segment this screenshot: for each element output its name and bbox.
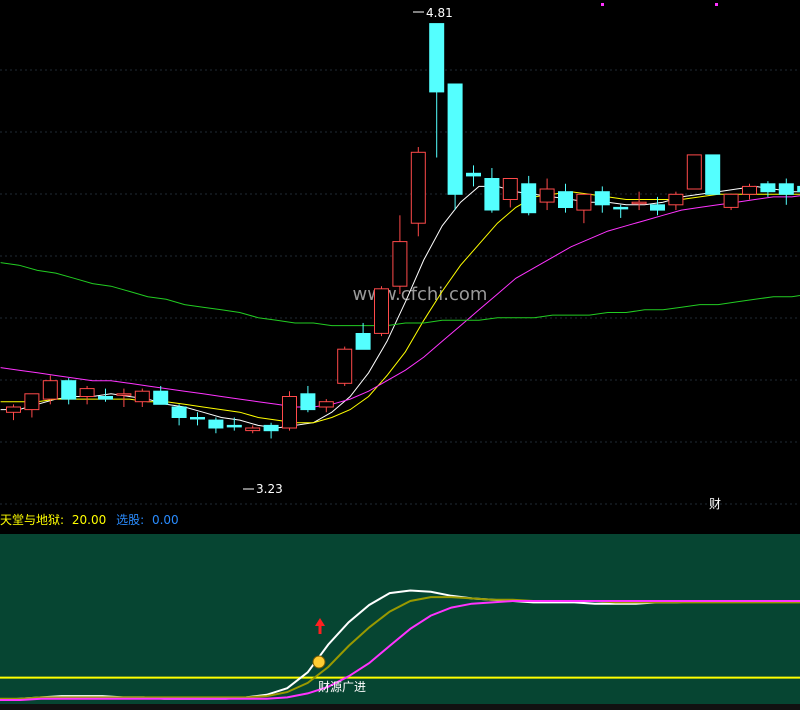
candle-body[interactable]: [576, 193, 592, 211]
candle-body[interactable]: [337, 348, 353, 384]
signal-marker-cai: 财: [709, 497, 721, 511]
candle-body[interactable]: [447, 83, 463, 195]
candle-body[interactable]: [650, 204, 665, 211]
buy-signal-label: 财源广进: [318, 680, 366, 694]
candle-body[interactable]: [263, 424, 279, 432]
candle-body[interactable]: [723, 193, 739, 208]
candle-body[interactable]: [429, 23, 445, 93]
candle-body[interactable]: [521, 183, 537, 214]
watermark: www.cfchi.com: [353, 284, 488, 305]
candle-body[interactable]: [190, 417, 205, 420]
stock-chart: www.cfchi.com 4.81 3.23 财 天堂与地狱: 20.00 选…: [0, 0, 800, 710]
price-chart[interactable]: www.cfchi.com 4.81 3.23 财: [0, 0, 800, 512]
candle-body[interactable]: [116, 393, 132, 396]
candle-body[interactable]: [24, 393, 40, 411]
candle-body[interactable]: [226, 424, 242, 428]
candle-body[interactable]: [134, 390, 150, 403]
candle-body[interactable]: [594, 191, 610, 206]
top-marker-dot: [601, 3, 604, 6]
candle-body[interactable]: [539, 188, 555, 203]
candle-body[interactable]: [282, 396, 297, 429]
candle-body[interactable]: [374, 288, 389, 334]
candle-body[interactable]: [6, 406, 21, 413]
top-marker-dot: [715, 3, 718, 6]
high-price-label: 4.81: [426, 6, 453, 20]
candle-body[interactable]: [742, 185, 757, 195]
money-bag-icon: [312, 655, 326, 669]
candle-body[interactable]: [466, 172, 481, 177]
pick-label: 选股:: [116, 513, 144, 527]
candle-body[interactable]: [686, 154, 702, 190]
candle-body[interactable]: [318, 401, 334, 408]
low-price-label: 3.23: [256, 482, 283, 496]
candle-body[interactable]: [760, 183, 776, 193]
candle-body[interactable]: [668, 193, 684, 206]
candle-body[interactable]: [705, 154, 721, 195]
indicator-name: 天堂与地狱:: [0, 513, 64, 527]
candle-body[interactable]: [245, 427, 261, 432]
indicator-value: 20.00: [72, 513, 106, 527]
candle-body[interactable]: [613, 206, 629, 210]
candle-body[interactable]: [355, 333, 371, 350]
candle-body[interactable]: [778, 183, 794, 195]
candle-body[interactable]: [300, 393, 316, 411]
candle-body[interactable]: [79, 388, 95, 398]
candle-body[interactable]: [42, 380, 58, 400]
candle-body[interactable]: [631, 201, 647, 205]
candle-body[interactable]: [153, 390, 169, 405]
candle-body[interactable]: [392, 241, 408, 287]
pick-value: 0.00: [152, 513, 179, 527]
candle-body[interactable]: [484, 178, 500, 211]
candle-body[interactable]: [61, 380, 77, 400]
candle-body[interactable]: [558, 191, 573, 208]
candle-body[interactable]: [410, 151, 426, 224]
candle-body[interactable]: [208, 419, 224, 429]
candle-body[interactable]: [171, 406, 187, 418]
candle-body[interactable]: [502, 178, 518, 200]
indicator-panel[interactable]: 天堂与地狱: 20.00 选股: 0.00 财源广进: [0, 512, 800, 710]
candle-body[interactable]: [98, 396, 113, 400]
svg-text:天堂与地狱: 20.00 选股:: 天堂与地狱: 20.00 选股: 0.00: [0, 513, 179, 527]
